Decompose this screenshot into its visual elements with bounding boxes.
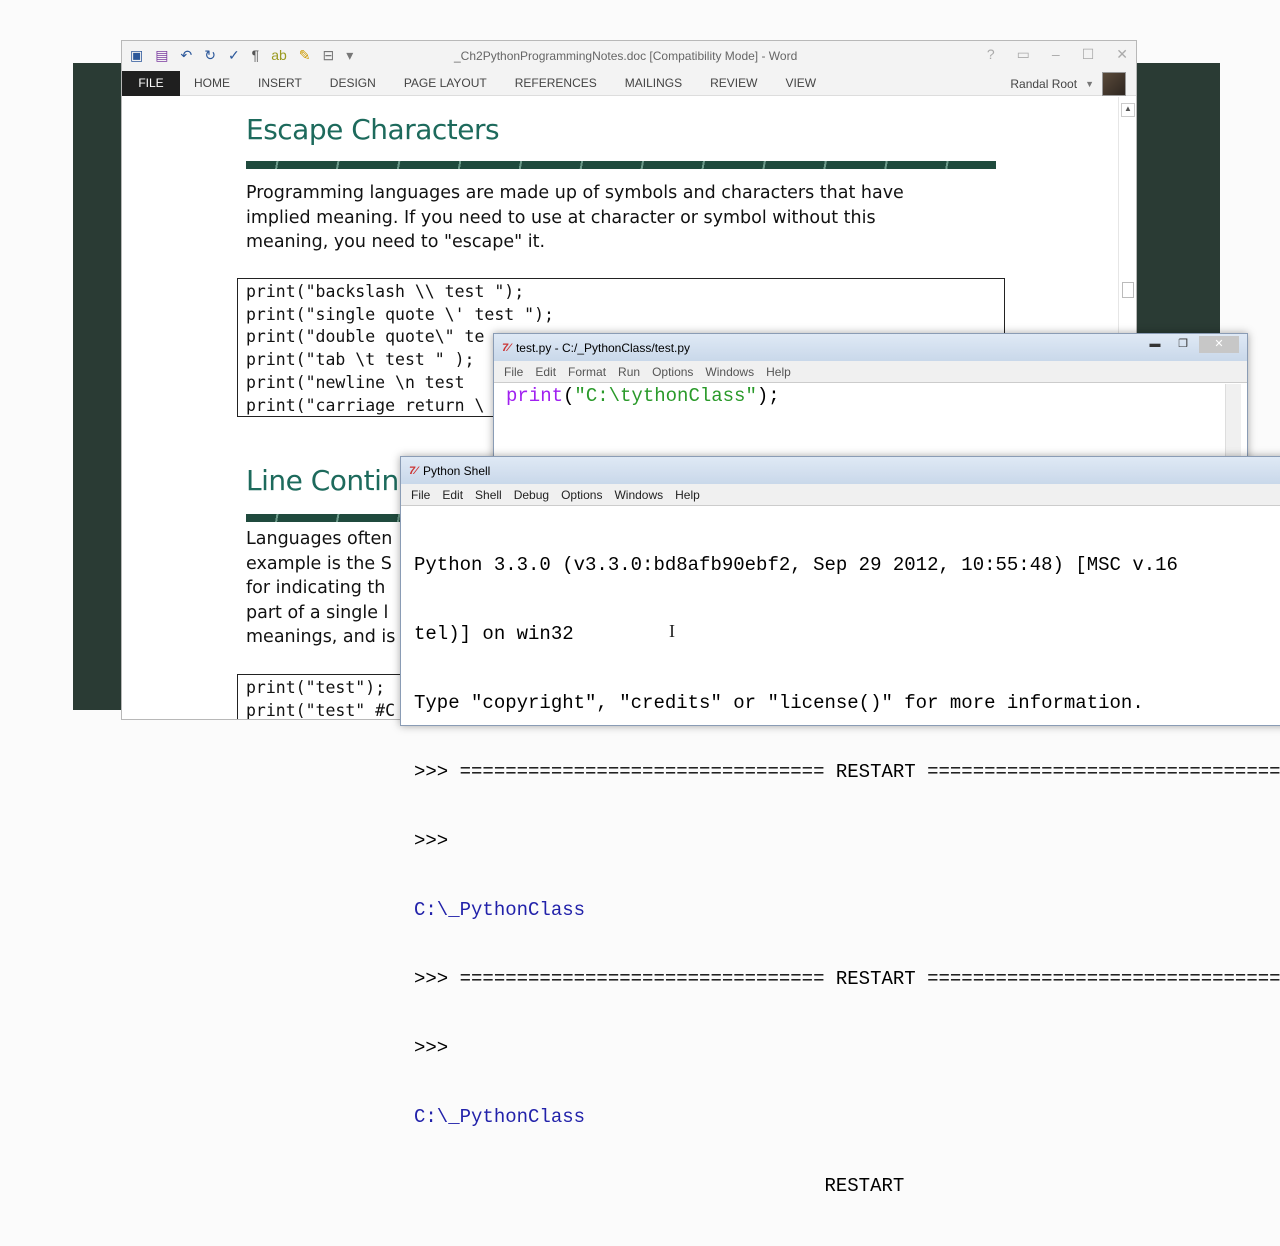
menu-edit[interactable]: Edit: [535, 365, 556, 379]
heading-escape-characters: Escape Characters: [246, 113, 500, 146]
tab-page-layout[interactable]: PAGE LAYOUT: [390, 71, 501, 96]
shell-line: >>> ================================ RES…: [414, 761, 1280, 783]
tab-insert[interactable]: INSERT: [244, 71, 316, 96]
decorative-bar: [246, 161, 996, 169]
menu-edit[interactable]: Edit: [442, 488, 463, 502]
highlight-icon[interactable]: ab: [271, 47, 287, 64]
shell-line: Python 3.3.0 (v3.3.0:bd8afb90ebf2, Sep 2…: [414, 554, 1178, 576]
menu-help[interactable]: Help: [766, 365, 791, 379]
menu-help[interactable]: Help: [675, 488, 700, 502]
chevron-down-icon: ▼: [1085, 78, 1094, 89]
page-break-icon[interactable]: ⊟: [323, 47, 335, 64]
scroll-up-icon[interactable]: ▲: [1121, 103, 1135, 117]
idle-logo-icon: 7⁄: [502, 341, 510, 354]
menu-windows[interactable]: Windows: [705, 365, 754, 379]
undo-icon[interactable]: ↶: [180, 47, 192, 64]
editor-scrollbar[interactable]: [1225, 384, 1241, 464]
tab-review[interactable]: REVIEW: [696, 71, 771, 96]
code-string: "C:\tythonClass": [574, 385, 757, 407]
idle-logo-icon: 7⁄: [409, 464, 417, 477]
shell-menu-bar: File Edit Shell Debug Options Windows He…: [401, 484, 1280, 506]
menu-file[interactable]: File: [411, 488, 430, 502]
tab-design[interactable]: DESIGN: [316, 71, 390, 96]
shell-title-bar: 7⁄ Python Shell: [401, 457, 1280, 484]
decorative-bar: [246, 514, 406, 522]
tab-file[interactable]: FILE: [122, 70, 180, 96]
paragraph-escape: Programming languages are made up of sym…: [246, 183, 904, 252]
menu-run[interactable]: Run: [618, 365, 640, 379]
save-icon[interactable]: ▤: [155, 47, 168, 64]
word-logo-icon: ▣: [130, 47, 144, 63]
code-keyword: print: [506, 385, 564, 407]
python-shell-window: 7⁄ Python Shell File Edit Shell Debug Op…: [400, 456, 1280, 1197]
menu-windows[interactable]: Windows: [614, 488, 663, 502]
menu-format[interactable]: Format: [568, 365, 606, 379]
spelling-icon[interactable]: ✓: [228, 47, 240, 64]
user-account[interactable]: Randal Root ▼: [1010, 71, 1126, 96]
tab-references[interactable]: REFERENCES: [501, 71, 611, 96]
editor-text-area[interactable]: print("C:\tythonClass");: [494, 383, 1247, 410]
format-painter-icon[interactable]: ✎: [299, 47, 311, 64]
menu-options[interactable]: Options: [561, 488, 602, 502]
tab-mailings[interactable]: MAILINGS: [611, 71, 696, 96]
ribbon-display-icon[interactable]: ▭: [1017, 46, 1030, 63]
text-cursor-icon: I: [669, 621, 675, 641]
shell-line: tel)] on win32: [414, 623, 574, 645]
quick-access-toolbar: ▣ ▤ ↶ ↻ ✓ ¶ ab ✎ ⊟ ▾: [130, 47, 353, 64]
redo-icon[interactable]: ↻: [204, 47, 216, 64]
menu-debug[interactable]: Debug: [514, 488, 549, 502]
code-paren: );: [756, 385, 780, 407]
menu-file[interactable]: File: [504, 365, 523, 379]
help-icon[interactable]: ?: [987, 46, 995, 63]
word-title-bar: ▣ ▤ ↶ ↻ ✓ ¶ ab ✎ ⊟ ▾ _Ch2PythonProgrammi…: [122, 41, 1136, 71]
editor-title-bar: 7⁄ test.py - C:/_PythonClass/test.py ▬ ❐ ✕: [494, 334, 1247, 361]
editor-menu-bar: File Edit Format Run Options Windows Hel…: [494, 361, 1247, 383]
editor-window: 7⁄ test.py - C:/_PythonClass/test.py ▬ ❐ ✕…: [493, 333, 1248, 473]
shell-title: Python Shell: [422, 463, 491, 478]
menu-options[interactable]: Options: [652, 365, 693, 379]
shell-line: >>> ================================ RES…: [414, 968, 1280, 990]
paragraph-line-continuation: Languages often example is the Sfor indic…: [246, 529, 396, 647]
pilcrow-icon[interactable]: ¶: [252, 47, 260, 64]
window-title: _Ch2PythonProgrammingNotes.doc [Compatib…: [454, 49, 798, 63]
shell-output-line: C:\_PythonClass: [414, 899, 586, 921]
shell-line: RESTART: [414, 1175, 905, 1197]
scroll-thumb[interactable]: [1122, 282, 1134, 298]
shell-output-line: C:\_PythonClass: [414, 1106, 586, 1128]
close-icon[interactable]: ✕: [1199, 336, 1239, 353]
tab-view[interactable]: VIEW: [771, 71, 830, 96]
minimize-icon[interactable]: –: [1052, 46, 1060, 63]
user-name: Randal Root: [1010, 76, 1078, 91]
avatar: [1102, 71, 1126, 96]
maximize-icon[interactable]: ☐: [1082, 46, 1095, 63]
heading-line-continuation: Line Contin: [246, 464, 399, 497]
editor-title: test.py - C:/_PythonClass/test.py: [515, 340, 691, 355]
shell-line: >>>: [414, 830, 460, 852]
ribbon-tabs: FILE HOME INSERT DESIGN PAGE LAYOUT REFE…: [122, 70, 1136, 96]
shell-line: Type "copyright", "credits" or "license(…: [414, 692, 1144, 714]
maximize-icon[interactable]: ❐: [1171, 336, 1195, 353]
shell-line: >>>: [414, 1037, 460, 1059]
code-paren: (: [563, 385, 575, 407]
shell-output[interactable]: Python 3.3.0 (v3.3.0:bd8afb90ebf2, Sep 2…: [401, 506, 1280, 1246]
customize-icon[interactable]: ▾: [346, 47, 353, 64]
menu-shell[interactable]: Shell: [475, 488, 502, 502]
tab-home[interactable]: HOME: [180, 71, 244, 96]
minimize-icon[interactable]: ▬: [1143, 336, 1167, 353]
close-icon[interactable]: ✕: [1116, 46, 1128, 63]
